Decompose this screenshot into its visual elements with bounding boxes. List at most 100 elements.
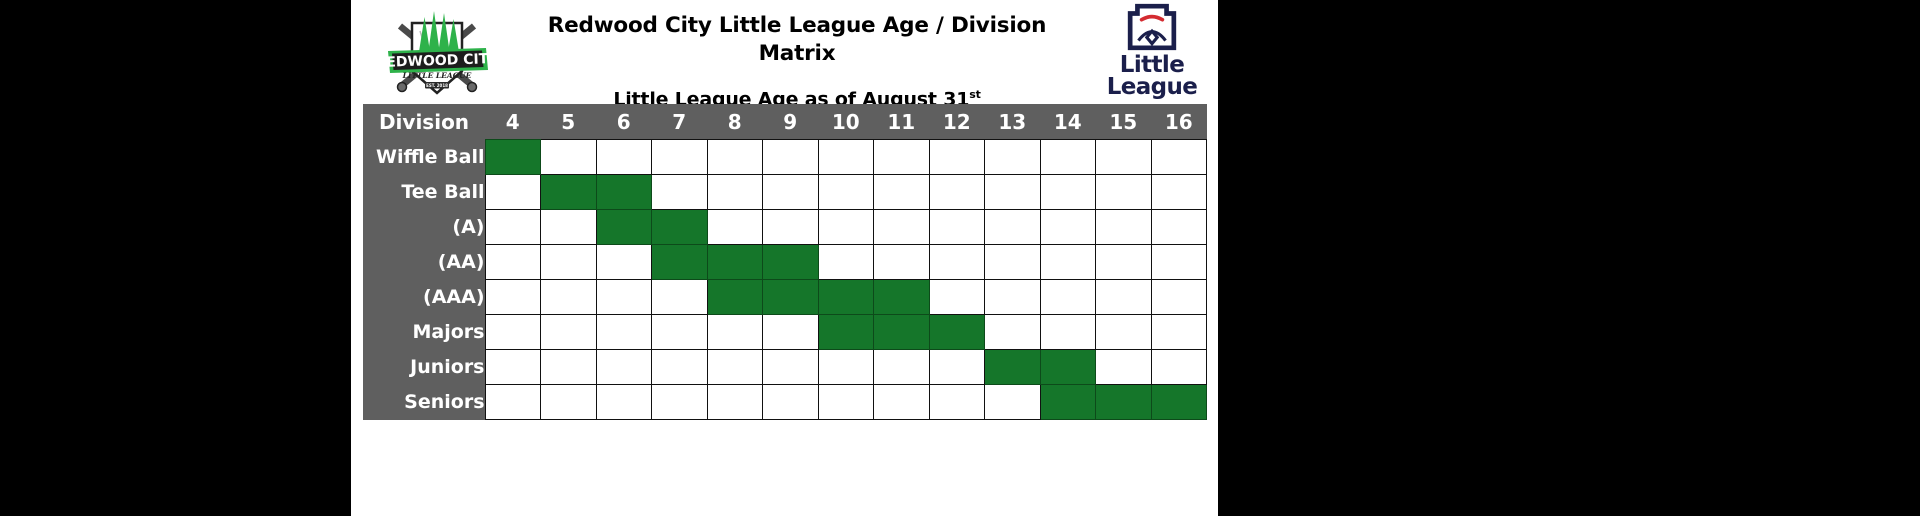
matrix-division-label: Seniors [363,384,485,420]
matrix-age-header-16: 16 [1151,104,1207,140]
matrix-cell-empty [984,384,1041,420]
matrix-cell-empty [484,279,541,315]
matrix-cell-empty [1150,174,1207,210]
matrix-division-label: (AAA) [363,279,485,315]
matrix-cell-empty [1095,279,1152,315]
matrix-cell-empty [1150,209,1207,245]
matrix-division-label: (A) [363,209,485,245]
logo-text-line3: EST. 2018 [426,83,448,88]
matrix-cell-active [817,314,874,350]
matrix-age-header-9: 9 [762,104,818,140]
matrix-cell-active [484,139,541,175]
matrix-cell-empty [873,244,930,280]
matrix-cell-empty [540,349,597,385]
logo-text-line2: LITTLE LEAGUE [402,71,472,80]
page-header: REDWOOD CITY LITTLE LEAGUE EST. 2018 Red… [351,0,1218,110]
page-subtitle-ordinal: st [969,88,981,101]
matrix-cell-empty [1039,244,1096,280]
matrix-division-label: Juniors [363,349,485,385]
little-league-wordmark-line1: Little [1119,52,1185,78]
matrix-cell-active [1150,384,1207,420]
matrix-cell-empty [928,244,985,280]
matrix-cell-empty [984,244,1041,280]
matrix-cell-empty [873,384,930,420]
matrix-cell-empty [540,244,597,280]
matrix-cell-empty [817,174,874,210]
matrix-cell-active [1039,384,1096,420]
matrix-cell-empty [817,244,874,280]
matrix-table: Division 4 5 6 7 8 9 10 11 12 13 14 15 16 Wiffle Bal… [363,104,1207,420]
redwood-city-little-league-logo: REDWOOD CITY LITTLE LEAGUE EST. 2018 [375,2,499,102]
matrix-cell-empty [706,349,763,385]
matrix-cell-empty [1150,139,1207,175]
matrix-cell-empty [1039,174,1096,210]
matrix-cell-empty [706,209,763,245]
matrix-age-header-12: 12 [929,104,985,140]
matrix-cell-empty [762,314,819,350]
matrix-cell-empty [706,314,763,350]
age-division-matrix: Division 4 5 6 7 8 9 10 11 12 13 14 15 16 Wiffle Bal… [363,104,1207,420]
matrix-row: Wiffle Ball [363,139,1207,175]
matrix-cell-active [762,279,819,315]
matrix-cell-empty [540,139,597,175]
matrix-cell-active [706,244,763,280]
matrix-cell-active [762,244,819,280]
matrix-division-label: Tee Ball [363,174,485,210]
content-panel: REDWOOD CITY LITTLE LEAGUE EST. 2018 Red… [351,0,1218,516]
matrix-cell-empty [484,209,541,245]
matrix-cell-active [651,244,708,280]
little-league-logo: Little League [1098,2,1206,102]
matrix-cell-empty [762,384,819,420]
matrix-cell-empty [651,349,708,385]
matrix-cell-empty [484,314,541,350]
matrix-cell-empty [928,279,985,315]
matrix-cell-empty [873,139,930,175]
matrix-age-header-10: 10 [818,104,874,140]
matrix-cell-active [817,279,874,315]
matrix-division-label: Majors [363,314,485,350]
matrix-cell-empty [484,174,541,210]
matrix-cell-empty [651,279,708,315]
matrix-age-header-15: 15 [1095,104,1151,140]
matrix-cell-active [540,174,597,210]
matrix-cell-empty [762,174,819,210]
matrix-cell-empty [817,349,874,385]
matrix-cell-empty [817,384,874,420]
matrix-age-header-8: 8 [707,104,763,140]
matrix-cell-empty [1150,279,1207,315]
matrix-cell-empty [873,209,930,245]
matrix-cell-empty [484,384,541,420]
matrix-cell-empty [595,139,652,175]
matrix-cell-empty [928,384,985,420]
matrix-cell-empty [595,279,652,315]
matrix-row: Juniors [363,349,1207,385]
matrix-cell-empty [1095,244,1152,280]
matrix-cell-empty [651,384,708,420]
matrix-cell-active [1039,349,1096,385]
matrix-cell-empty [928,174,985,210]
matrix-cell-empty [595,349,652,385]
matrix-cell-empty [817,139,874,175]
matrix-division-label: Wiffle Ball [363,139,485,175]
matrix-cell-empty [984,314,1041,350]
matrix-age-header-13: 13 [984,104,1040,140]
matrix-cell-empty [1150,244,1207,280]
matrix-row: Tee Ball [363,174,1207,210]
matrix-header-row: Division 4 5 6 7 8 9 10 11 12 13 14 15 16 [363,104,1207,140]
matrix-cell-empty [873,349,930,385]
matrix-cell-active [984,349,1041,385]
matrix-age-header-6: 6 [596,104,652,140]
matrix-cell-empty [1039,209,1096,245]
matrix-cell-empty [762,209,819,245]
matrix-header: Division 4 5 6 7 8 9 10 11 12 13 14 15 16 [363,104,1207,140]
matrix-cell-empty [706,139,763,175]
matrix-cell-active [595,209,652,245]
matrix-cell-empty [984,209,1041,245]
matrix-cell-active [706,279,763,315]
matrix-cell-empty [484,244,541,280]
matrix-cell-active [1095,384,1152,420]
matrix-cell-active [595,174,652,210]
matrix-cell-empty [928,139,985,175]
matrix-cell-empty [1095,349,1152,385]
matrix-cell-empty [873,174,930,210]
